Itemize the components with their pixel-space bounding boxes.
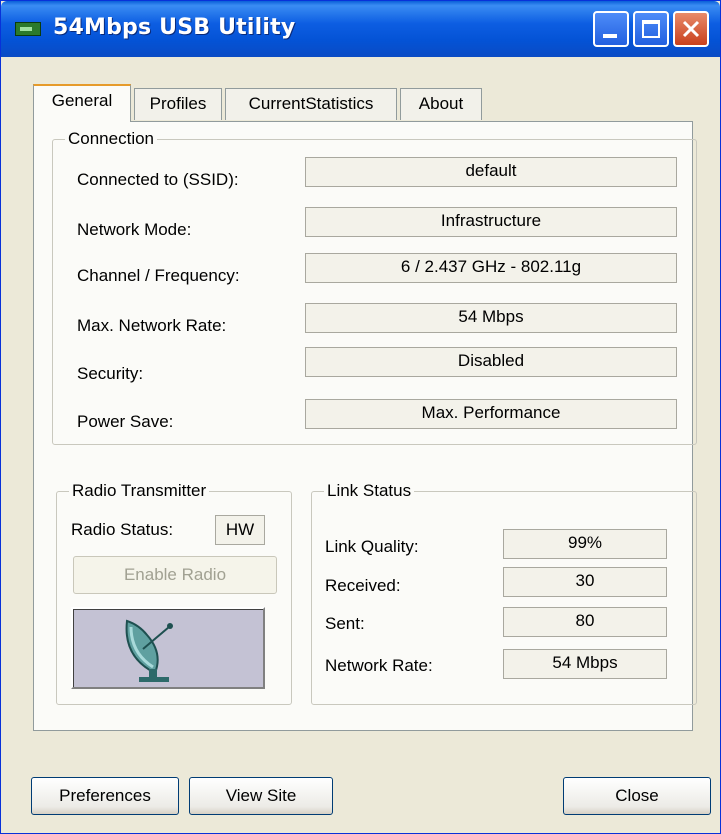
power-save-value: Max. Performance: [305, 399, 677, 429]
close-icon: [682, 20, 700, 38]
max-network-rate-label: Max. Network Rate:: [77, 316, 227, 335]
channel-frequency-value: 6 / 2.437 GHz - 802.11g: [305, 253, 677, 283]
app-window: 54Mbps USB Utility General Profiles Curr…: [0, 0, 721, 834]
sent-value: 80: [503, 607, 667, 637]
link-quality-value: 99%: [503, 529, 667, 559]
satellite-dish-icon: [125, 619, 173, 682]
security-value: Disabled: [305, 347, 677, 377]
network-mode-value: Infrastructure: [305, 207, 677, 237]
received-label: Received:: [325, 576, 401, 595]
network-mode-label: Network Mode:: [77, 220, 192, 239]
link-quality-label: Link Quality:: [325, 537, 419, 556]
link-status-title: Link Status: [324, 480, 415, 502]
network-card-icon: [15, 22, 41, 36]
tab-current-statistics[interactable]: CurrentStatistics: [225, 88, 397, 120]
preferences-button[interactable]: Preferences: [31, 777, 179, 815]
maximize-button[interactable]: [633, 11, 669, 47]
tab-general[interactable]: General: [33, 84, 131, 122]
network-rate-label: Network Rate:: [325, 656, 433, 675]
sent-label: Sent:: [325, 614, 365, 633]
title-bar[interactable]: 54Mbps USB Utility: [1, 1, 720, 57]
view-site-button[interactable]: View Site: [189, 777, 333, 815]
radio-image-panel: [71, 607, 265, 689]
close-window-button[interactable]: [673, 11, 709, 47]
enable-radio-button[interactable]: Enable Radio: [73, 556, 277, 594]
connection-group-title: Connection: [65, 128, 158, 150]
ssid-label: Connected to (SSID):: [77, 170, 239, 189]
radio-transmitter-title: Radio Transmitter: [69, 480, 210, 502]
ssid-value: default: [305, 157, 677, 187]
window-title: 54Mbps USB Utility: [53, 15, 296, 40]
maximize-icon: [642, 20, 660, 38]
tab-about[interactable]: About: [400, 88, 482, 120]
minimize-button[interactable]: [593, 11, 629, 47]
radio-status-label: Radio Status:: [71, 520, 174, 539]
minimize-icon: [603, 34, 617, 38]
received-value: 30: [503, 567, 667, 597]
radio-status-value: HW: [215, 515, 265, 545]
close-button[interactable]: Close: [563, 777, 711, 815]
power-save-label: Power Save:: [77, 412, 174, 431]
security-label: Security:: [77, 364, 144, 383]
tab-profiles[interactable]: Profiles: [134, 88, 222, 120]
channel-frequency-label: Channel / Frequency:: [77, 266, 240, 285]
max-network-rate-value: 54 Mbps: [305, 303, 677, 333]
network-rate-value: 54 Mbps: [503, 649, 667, 679]
